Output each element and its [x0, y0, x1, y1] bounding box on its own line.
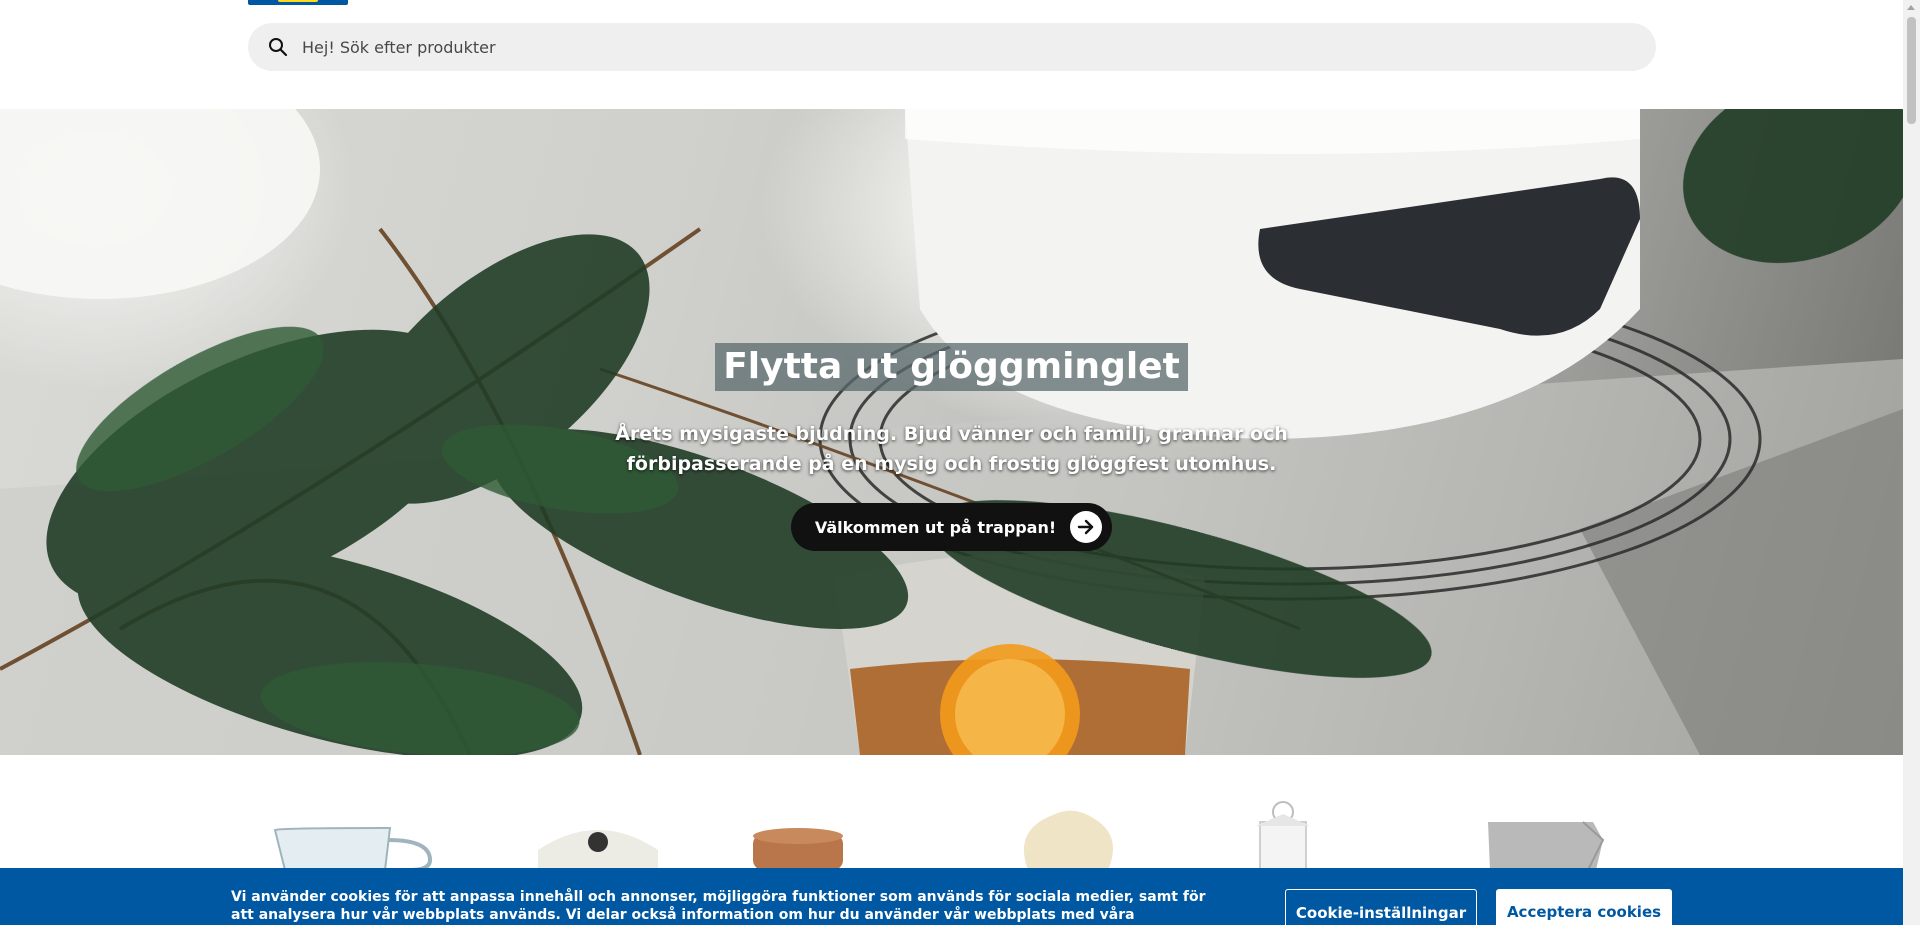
hero-banner[interactable]: Flytta ut glöggminglet Årets mysigaste b…	[0, 109, 1903, 755]
hero-cta-button[interactable]: Välkommen ut på trappan!	[790, 503, 1113, 551]
scroll-up-icon[interactable]	[1907, 5, 1915, 10]
accept-cookies-button[interactable]: Acceptera cookies	[1496, 889, 1672, 925]
casserole-pot-image[interactable]	[528, 800, 668, 870]
search-bar[interactable]	[248, 23, 1656, 71]
hero-description: Årets mysigaste bjudning. Bjud vänner oc…	[615, 423, 1288, 475]
lantern-image[interactable]	[1238, 800, 1328, 870]
search-icon[interactable]	[268, 37, 288, 57]
hero-cta-label: Välkommen ut på trappan!	[814, 517, 1057, 537]
vertical-scrollbar[interactable]	[1903, 0, 1920, 925]
hero-title: Flytta ut glöggminglet	[715, 343, 1188, 391]
brand-logo[interactable]	[248, 0, 348, 5]
cork-jar-image[interactable]	[748, 800, 848, 870]
glass-mug-image[interactable]	[270, 800, 440, 870]
hero-content: Flytta ut glöggminglet Årets mysigaste b…	[0, 109, 1903, 755]
arrow-right-icon	[1070, 511, 1103, 543]
scrollbar-thumb[interactable]	[1907, 17, 1916, 124]
cookie-text: Vi använder cookies för att anpassa inne…	[231, 889, 1206, 923]
sheepskin-image[interactable]	[1013, 800, 1123, 870]
page: Flytta ut glöggminglet Årets mysigaste b…	[0, 0, 1920, 925]
cookie-settings-button[interactable]: Cookie-inställningar	[1285, 889, 1477, 925]
grey-throw-image[interactable]	[1478, 800, 1608, 870]
search-input[interactable]	[302, 37, 1602, 57]
